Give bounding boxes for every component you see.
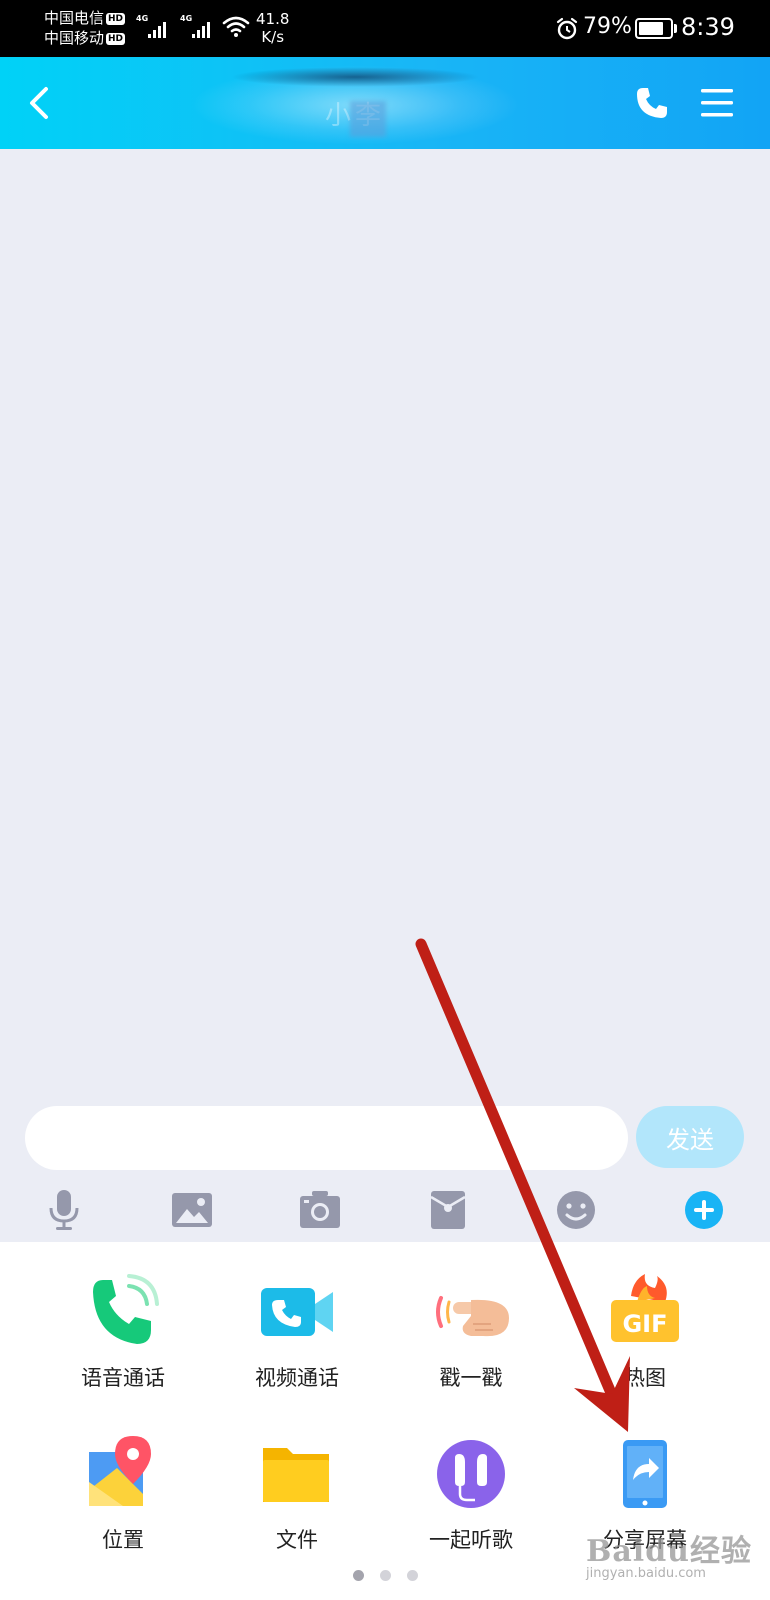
send-button[interactable]: 发送	[636, 1106, 744, 1168]
panel-item-label: 视频通话	[255, 1366, 339, 1390]
phone-call-button[interactable]	[634, 85, 670, 121]
emoji-button[interactable]	[554, 1188, 598, 1232]
panel-item-label: 文件	[276, 1528, 318, 1552]
emoji-icon	[557, 1191, 595, 1229]
clock: 8:39	[681, 13, 735, 41]
image-button[interactable]	[170, 1188, 214, 1232]
battery-tip	[674, 24, 677, 33]
back-button[interactable]	[22, 81, 58, 125]
phone-icon	[637, 88, 667, 118]
message-list[interactable]	[0, 149, 770, 1101]
microphone-icon	[49, 1190, 79, 1230]
message-input[interactable]	[25, 1106, 628, 1170]
panel-item-label: 位置	[102, 1528, 144, 1552]
video-call-icon	[261, 1288, 333, 1336]
panel-item-file[interactable]: 文件	[222, 1434, 372, 1554]
camera-icon	[300, 1191, 340, 1228]
panel-item-poke[interactable]: 戳一戳	[396, 1272, 546, 1392]
panel-item-location[interactable]: 位置	[48, 1434, 198, 1554]
panel-item-label: 热图	[624, 1366, 666, 1390]
panel-item-gif[interactable]: GIF 热图	[570, 1272, 720, 1392]
image-icon	[172, 1193, 212, 1227]
red-packet-button[interactable]	[426, 1188, 470, 1232]
page-dot	[379, 1570, 391, 1581]
hd-badge: HD	[106, 32, 126, 45]
voice-input-button[interactable]	[42, 1188, 86, 1232]
panel-item-label: 戳一戳	[439, 1366, 503, 1390]
hd-badge: HD	[106, 12, 126, 25]
more-button[interactable]	[682, 1188, 726, 1232]
status-bar: 中国电信 HD 中国移动 HD 4G 4G 41.8 K/s 79% 8:39	[0, 0, 770, 57]
svg-text:GIF: GIF	[622, 1310, 667, 1338]
share-screen-icon	[623, 1440, 667, 1508]
panel-item-video-call[interactable]: 视频通话	[222, 1272, 372, 1392]
menu-button[interactable]	[700, 87, 734, 119]
panel-item-label: 一起听歌	[429, 1528, 513, 1552]
net-speed: 41.8 K/s	[256, 10, 290, 46]
carrier-1: 中国电信	[44, 9, 105, 27]
panel-item-label: 语音通话	[81, 1366, 165, 1390]
gif-icon: GIF	[611, 1274, 679, 1342]
battery-percent: 79%	[583, 14, 632, 39]
chevron-left-icon	[30, 87, 48, 119]
location-icon	[89, 1436, 151, 1506]
watermark: Baidu经验 jingyan.baidu.com	[586, 1534, 752, 1581]
headphones-icon	[437, 1440, 505, 1508]
page-dot	[406, 1570, 418, 1581]
panel-item-listen-together[interactable]: 一起听歌	[396, 1434, 546, 1554]
voice-call-icon	[93, 1274, 159, 1344]
poke-icon	[436, 1296, 509, 1337]
folder-icon	[263, 1448, 329, 1502]
camera-button[interactable]	[298, 1188, 342, 1232]
chat-title-area: 小李	[190, 65, 520, 145]
panel-item-voice-call[interactable]: 语音通话	[48, 1272, 198, 1392]
carrier-2: 中国移动	[44, 29, 105, 47]
hamburger-menu-icon	[701, 89, 733, 117]
wifi-icon	[222, 16, 250, 37]
chat-header: 小李	[0, 57, 770, 149]
plus-icon	[685, 1191, 723, 1229]
battery-icon	[635, 18, 673, 39]
carrier-info: 中国电信 HD 中国移动 HD	[44, 8, 126, 48]
red-packet-icon	[430, 1191, 466, 1229]
page-dot	[352, 1570, 364, 1581]
input-toolbar	[0, 1178, 770, 1242]
alarm-icon	[556, 17, 578, 40]
